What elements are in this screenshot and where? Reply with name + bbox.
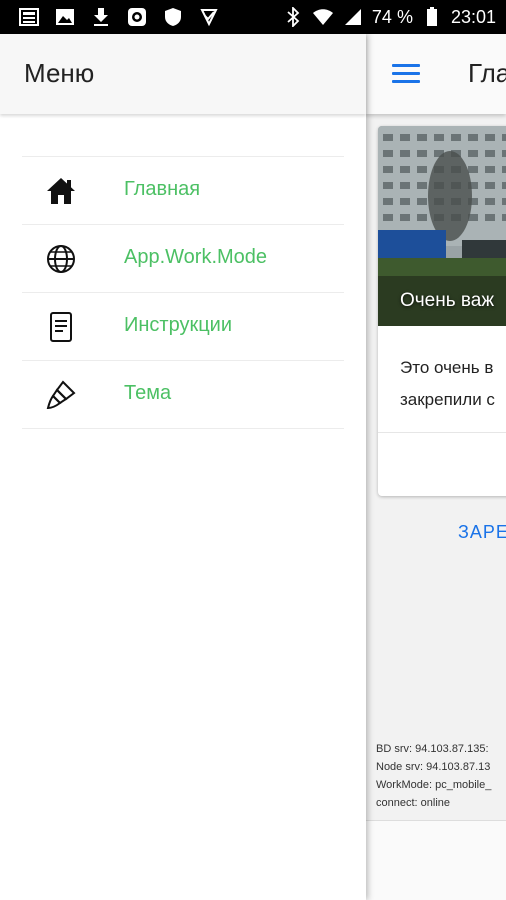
android-icon (126, 6, 148, 28)
status-bar: 74 % 23:01 (0, 0, 506, 34)
shield-icon (162, 6, 184, 28)
image-icon (54, 6, 76, 28)
pinned-card[interactable]: Очень важ Это очень в закрепили с (378, 126, 506, 496)
card-image-title: Очень важ (400, 290, 495, 311)
paint-brush-icon (44, 378, 78, 412)
wifi-icon (312, 6, 334, 28)
menu-item-label: Инструкции (124, 314, 233, 336)
drawer-header: Меню (0, 34, 366, 114)
menu-item-label: Главная (124, 178, 201, 200)
card-divider (378, 432, 506, 433)
main-page: Гла Очень важ Это очень в закрепили с ЗА… (366, 34, 506, 900)
page-title: Гла (468, 58, 506, 88)
pin-button[interactable]: ЗАРЕ (458, 522, 506, 543)
globe-icon (44, 242, 78, 276)
main-toolbar: Гла (366, 34, 506, 114)
menu-list: Главная App.Work.Mode Инструкции Тема (22, 156, 344, 429)
node-srv-text: Node srv: 94.103.87.13 (376, 761, 491, 773)
bluetooth-icon (282, 6, 304, 28)
check-icon (198, 6, 220, 28)
menu-item-theme[interactable]: Тема (22, 361, 344, 429)
connection-info: BD srv: 94.103.87.135: Node srv: 94.103.… (376, 740, 491, 812)
download-icon (90, 6, 112, 28)
drawer-title: Меню (24, 58, 95, 88)
home-icon (44, 174, 78, 208)
battery-text: 74 % (371, 6, 413, 27)
menu-item-app-work-mode[interactable]: App.Work.Mode (22, 225, 344, 293)
bd-srv-text: BD srv: 94.103.87.135: (376, 743, 489, 755)
menu-item-home[interactable]: Главная (22, 157, 344, 225)
document-icon (44, 310, 78, 344)
menu-item-instructions[interactable]: Инструкции (22, 293, 344, 361)
card-text-line2: закрепили с (400, 390, 495, 409)
card-text-line1: Это очень в (400, 358, 494, 377)
signal-icon (342, 6, 364, 28)
card-text: Это очень в закрепили с (400, 352, 495, 416)
menu-item-label: Тема (124, 382, 172, 404)
menu-item-label: App.Work.Mode (124, 246, 268, 268)
clock: 23:01 (450, 6, 496, 27)
card-image: Очень важ (378, 126, 506, 326)
work-mode-text: WorkMode: pc_mobile_ (376, 779, 492, 791)
battery-icon (421, 6, 443, 28)
connect-status-text: connect: online (376, 797, 450, 809)
main-footer (366, 820, 506, 900)
navigation-drawer: Меню Главная App.Work.Mode Инструкции Те… (0, 34, 366, 900)
hamburger-menu-icon[interactable] (392, 64, 420, 84)
newspaper-icon (18, 6, 40, 28)
